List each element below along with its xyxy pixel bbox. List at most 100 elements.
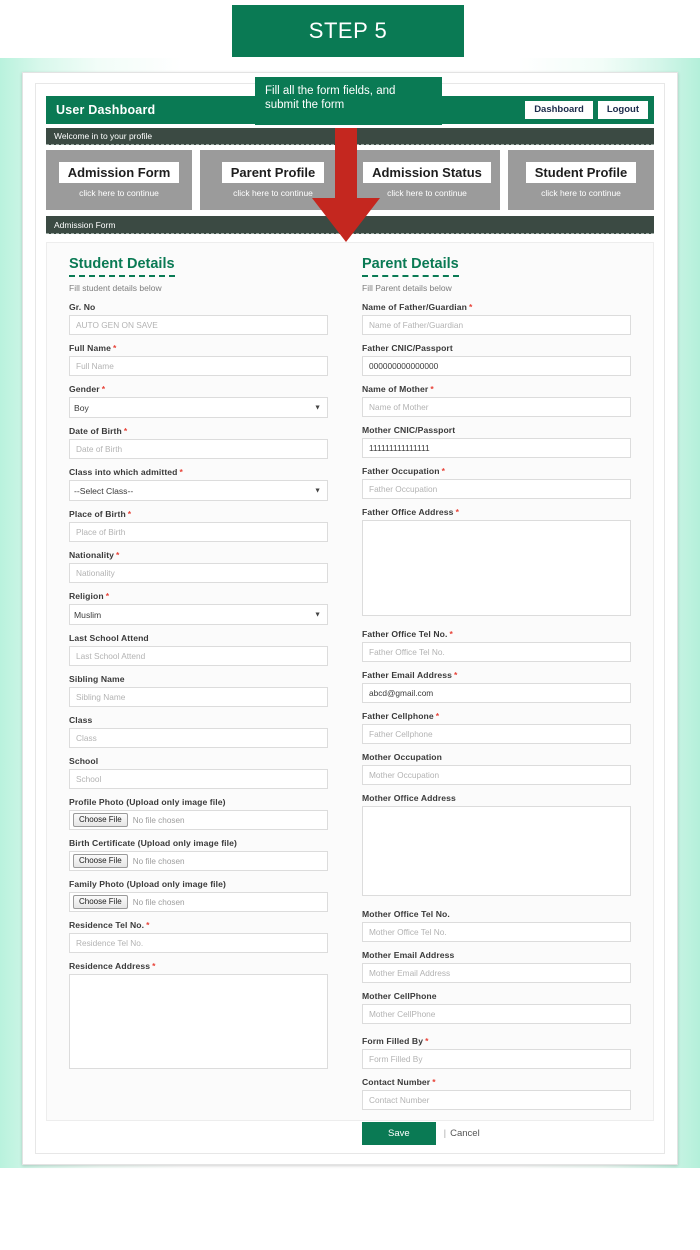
arrow-down-icon	[312, 128, 380, 242]
choose-file-button[interactable]: Choose File	[73, 895, 128, 909]
field-father-name: Name of Father/Guardian *	[362, 302, 631, 335]
label-text: Mother Occupation	[362, 752, 443, 762]
dashboard-card-title: Parent Profile	[221, 162, 325, 183]
field-father-occupation: Father Occupation *	[362, 466, 631, 499]
field-gender: Gender * Boy ▼	[69, 384, 328, 418]
select-class-admitted[interactable]: --Select Class--	[69, 480, 328, 501]
label-text: Class	[69, 715, 93, 725]
dashboard-card-subtitle: click here to continue	[541, 188, 621, 198]
label-text: Mother Office Tel No.	[362, 909, 450, 919]
dashboard-card-subtitle: click here to continue	[79, 188, 159, 198]
input-mother-cnic[interactable]	[362, 438, 631, 458]
input-father-email[interactable]	[362, 683, 631, 703]
input-nationality[interactable]	[69, 563, 328, 583]
file-status-text: No file chosen	[132, 815, 185, 825]
required-marker: *	[454, 670, 458, 680]
field-mother-office-address: Mother Office Address	[362, 793, 631, 901]
label-text: Residence Tel No.	[69, 920, 145, 930]
file-input-birth-certificate[interactable]: Choose File No file chosen	[69, 851, 328, 871]
label-father-name: Name of Father/Guardian *	[362, 302, 631, 312]
input-date-of-birth[interactable]	[69, 439, 328, 459]
input-residence-tel[interactable]	[69, 933, 328, 953]
required-marker: *	[430, 384, 434, 394]
input-mother-email[interactable]	[362, 963, 631, 983]
textarea-residence-address[interactable]	[69, 974, 328, 1069]
file-input-profile-photo[interactable]: Choose File No file chosen	[69, 810, 328, 830]
parent-details-heading: Parent Details	[362, 256, 459, 277]
field-residence-address: Residence Address *	[69, 961, 328, 1074]
input-gr-no[interactable]	[69, 315, 328, 335]
field-father-cnic: Father CNIC/Passport	[362, 343, 631, 376]
required-marker: *	[425, 1036, 429, 1046]
field-profile-photo: Profile Photo (Upload only image file) C…	[69, 797, 328, 830]
input-contact-number[interactable]	[362, 1090, 631, 1110]
input-father-cellphone[interactable]	[362, 724, 631, 744]
required-marker: *	[112, 343, 117, 353]
input-mother-occupation[interactable]	[362, 765, 631, 785]
dashboard-card-title: Student Profile	[525, 162, 637, 183]
dashboard-button[interactable]: Dashboard	[525, 101, 593, 119]
required-marker: *	[441, 466, 446, 476]
label-text: Place of Birth	[69, 509, 126, 519]
logout-button[interactable]: Logout	[597, 101, 648, 119]
required-marker: *	[435, 711, 440, 721]
dashboard-card-admission-form[interactable]: Admission Form click here to continue	[46, 150, 192, 210]
input-mother-name[interactable]	[362, 397, 631, 417]
label-text: Full Name	[69, 343, 111, 353]
label-full-name: Full Name *	[69, 343, 328, 353]
file-status-text: No file chosen	[132, 897, 185, 907]
field-father-office-tel: Father Office Tel No. *	[362, 629, 631, 662]
input-father-cnic[interactable]	[362, 356, 631, 376]
instruction-callout: Fill all the form fields, and submit the…	[255, 77, 442, 125]
select-gender[interactable]: Boy	[69, 397, 328, 418]
label-father-cellphone: Father Cellphone *	[362, 711, 631, 721]
label-nationality: Nationality *	[69, 550, 328, 560]
input-class[interactable]	[69, 728, 328, 748]
label-father-cnic: Father CNIC/Passport	[362, 343, 631, 353]
parent-details-column: Parent Details Fill Parent details below…	[350, 243, 653, 1145]
label-mother-office-address: Mother Office Address	[362, 793, 631, 803]
label-text: Mother Email Address	[362, 950, 455, 960]
label-text: Last School Attend	[69, 633, 149, 643]
label-father-occupation: Father Occupation *	[362, 466, 631, 476]
textarea-mother-office-address[interactable]	[362, 806, 631, 896]
label-residence-tel: Residence Tel No. *	[69, 920, 328, 930]
file-input-family-photo[interactable]: Choose File No file chosen	[69, 892, 328, 912]
input-father-occupation[interactable]	[362, 479, 631, 499]
label-text: Gr. No	[69, 302, 96, 312]
input-mother-office-tel[interactable]	[362, 922, 631, 942]
label-text: Date of Birth	[69, 426, 122, 436]
label-text: Mother Office Address	[362, 793, 456, 803]
required-marker: *	[468, 302, 473, 312]
label-text: Mother CNIC/Passport	[362, 425, 456, 435]
input-father-office-tel[interactable]	[362, 642, 631, 662]
label-text: Father Office Address	[362, 507, 454, 517]
textarea-father-office-address[interactable]	[362, 520, 631, 616]
save-button[interactable]: Save	[362, 1122, 436, 1145]
input-last-school-attend[interactable]	[69, 646, 328, 666]
required-marker: *	[105, 591, 110, 601]
dashboard-card-student-profile[interactable]: Student Profile click here to continue	[508, 150, 654, 210]
field-family-photo: Family Photo (Upload only image file) Ch…	[69, 879, 328, 912]
choose-file-button[interactable]: Choose File	[73, 854, 128, 868]
field-father-email: Father Email Address *	[362, 670, 631, 703]
cancel-link[interactable]: Cancel	[450, 1128, 480, 1139]
input-full-name[interactable]	[69, 356, 328, 376]
input-sibling-name[interactable]	[69, 687, 328, 707]
input-school[interactable]	[69, 769, 328, 789]
input-mother-cellphone[interactable]	[362, 1004, 631, 1024]
label-text: Mother CellPhone	[362, 991, 437, 1001]
select-religion[interactable]: Muslim	[69, 604, 328, 625]
field-religion: Religion * Muslim ▼	[69, 591, 328, 625]
label-text: Residence Address	[69, 961, 151, 971]
field-form-filled-by: Form Filled By *	[362, 1036, 631, 1069]
input-father-name[interactable]	[362, 315, 631, 335]
input-place-of-birth[interactable]	[69, 522, 328, 542]
down-arrow-annotation	[310, 128, 382, 242]
label-mother-name: Name of Mother *	[362, 384, 631, 394]
input-form-filled-by[interactable]	[362, 1049, 631, 1069]
field-residence-tel: Residence Tel No. *	[69, 920, 328, 953]
label-school: School	[69, 756, 328, 766]
label-text: Father Email Address	[362, 670, 453, 680]
choose-file-button[interactable]: Choose File	[73, 813, 128, 827]
